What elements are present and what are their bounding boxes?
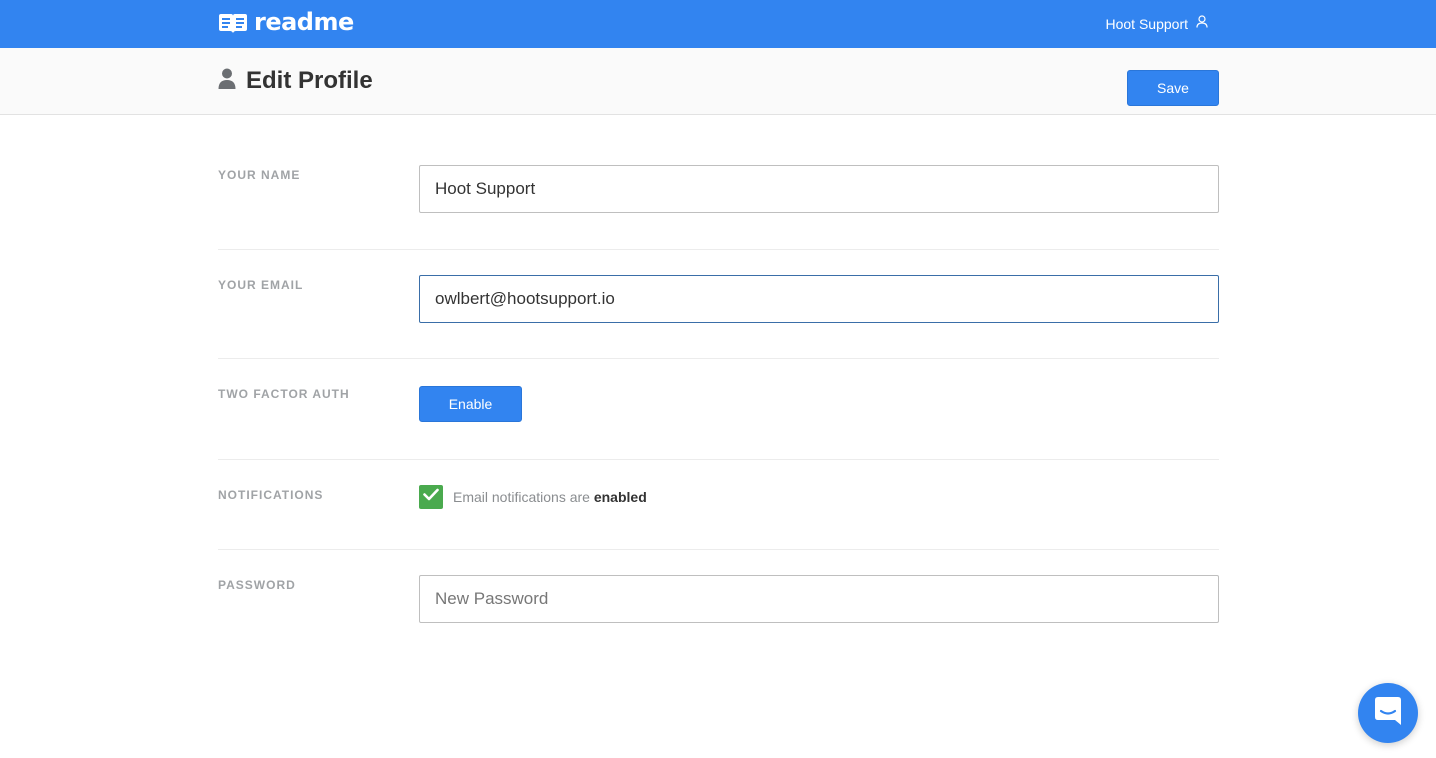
notifications-text-prefix: Email notifications are <box>453 489 590 505</box>
book-icon <box>218 13 248 35</box>
page-title: Edit Profile <box>218 66 373 96</box>
user-name: Hoot Support <box>1105 16 1189 32</box>
enable-two-factor-button[interactable]: Enable <box>419 386 522 422</box>
password-label: PASSWORD <box>218 578 296 592</box>
name-row: YOUR NAME <box>218 115 1219 250</box>
email-label: YOUR EMAIL <box>218 278 304 292</box>
chat-launcher-button[interactable] <box>1358 683 1418 743</box>
user-menu[interactable]: Hoot Support <box>1106 14 1209 34</box>
two-factor-label: TWO FACTOR AUTH <box>218 387 350 401</box>
logo-text: readme <box>254 8 354 36</box>
notifications-row: NOTIFICATIONS Email notifications are en… <box>218 460 1219 550</box>
top-navbar: readme Hoot Support <box>0 0 1436 48</box>
user-icon <box>1196 15 1208 33</box>
name-input[interactable] <box>419 165 1219 213</box>
notifications-text: Email notifications are enabled <box>453 489 647 505</box>
email-input[interactable] <box>419 275 1219 323</box>
name-label: YOUR NAME <box>218 168 301 182</box>
password-row: PASSWORD <box>218 550 1219 650</box>
notifications-checkbox[interactable] <box>419 485 443 509</box>
new-password-input[interactable] <box>419 575 1219 623</box>
email-row: YOUR EMAIL <box>218 250 1219 359</box>
person-icon <box>218 68 236 95</box>
page-header: Edit Profile Save <box>0 48 1436 115</box>
notifications-label: NOTIFICATIONS <box>218 488 324 502</box>
notifications-toggle: Email notifications are enabled <box>419 485 647 509</box>
check-icon <box>423 488 439 506</box>
chat-icon <box>1373 695 1403 732</box>
page-title-text: Edit Profile <box>246 67 373 94</box>
notifications-state: enabled <box>593 489 647 505</box>
two-factor-row: TWO FACTOR AUTH Enable <box>218 359 1219 460</box>
save-button[interactable]: Save <box>1127 70 1219 106</box>
readme-logo[interactable]: readme <box>218 8 354 38</box>
